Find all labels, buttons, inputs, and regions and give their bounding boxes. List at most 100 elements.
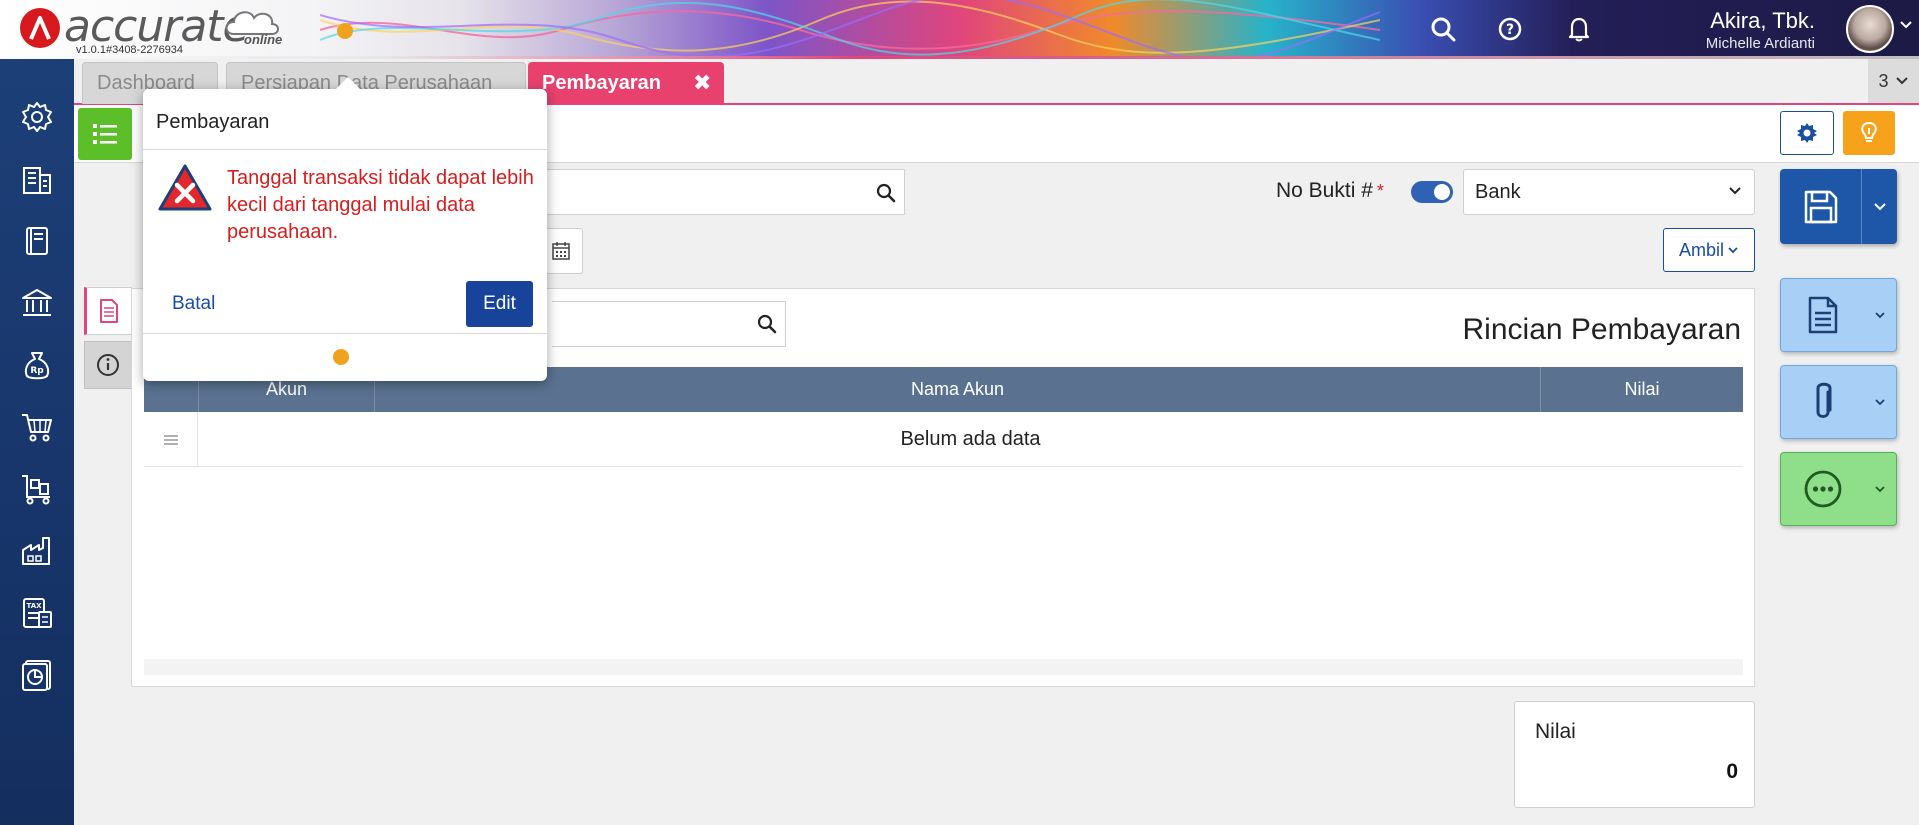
popover-divider [143, 333, 547, 334]
save-options-dropdown[interactable] [1862, 169, 1897, 244]
avatar[interactable] [1846, 5, 1894, 53]
calendar-icon [552, 242, 570, 260]
list-icon [93, 124, 117, 144]
paperclip-icon [1816, 382, 1832, 418]
total-summary: Nilai 0 [1514, 701, 1755, 808]
tour-hotspot-dot[interactable] [333, 349, 349, 365]
document-actions-button[interactable] [1780, 278, 1897, 352]
cart-icon [22, 414, 52, 442]
chevron-down-icon [1895, 77, 1908, 85]
tax-icon: TAX [23, 598, 52, 628]
tab-pembayaran[interactable]: Pembayaran ✖ [528, 62, 724, 104]
chevron-down-icon[interactable] [1899, 20, 1913, 30]
toggle-knob [1434, 184, 1450, 200]
sidebar-item-ledger[interactable] [15, 219, 59, 263]
popover-message: Tanggal transaksi tidak dapat lebih keci… [227, 167, 534, 243]
list-view-button[interactable] [78, 108, 132, 160]
summary-label: Nilai [1535, 720, 1576, 743]
popover-divider [143, 149, 547, 150]
version-label: v1.0.1#3408-2276934 [76, 44, 184, 56]
table-row: Belum ada data [144, 412, 1743, 467]
table-body [144, 467, 1743, 659]
save-button[interactable] [1780, 169, 1897, 244]
money-bag-icon: Rp [24, 352, 50, 380]
more-actions-button[interactable] [1780, 452, 1897, 526]
column-header-nilai[interactable]: Nilai [1540, 367, 1743, 412]
sidebar-item-purchase[interactable] [15, 467, 59, 511]
ambil-button[interactable]: Ambil [1663, 228, 1755, 272]
edit-button[interactable]: Edit [466, 281, 533, 327]
tab-count-value: 3 [1878, 70, 1889, 91]
svg-text:TAX: TAX [26, 602, 42, 610]
detail-title: Rincian Pembayaran [1462, 313, 1741, 346]
chevron-down-icon [1873, 202, 1886, 210]
svg-text:?: ? [1506, 22, 1514, 38]
company-name[interactable]: Akira, Tbk. [1710, 8, 1815, 34]
help-icon[interactable]: ? [1495, 14, 1525, 44]
book-icon [26, 227, 48, 255]
popover-title: Pembayaran [156, 111, 270, 133]
app-sub-label: online [244, 32, 283, 47]
search-icon[interactable] [757, 314, 777, 334]
search-icon[interactable] [876, 183, 896, 203]
attachment-icon-wrap [1781, 380, 1865, 424]
factory-icon [22, 537, 50, 565]
auto-number-toggle[interactable] [1411, 181, 1453, 203]
sidebar-item-tax[interactable]: TAX [15, 591, 59, 635]
cancel-button[interactable]: Batal [172, 293, 215, 315]
lightbulb-icon [1861, 121, 1877, 142]
chevron-down-icon [1875, 486, 1885, 493]
sidebar-item-inventory[interactable] [15, 529, 59, 573]
bank-select[interactable]: Bank [1463, 169, 1755, 215]
vendor-search-input[interactable] [540, 169, 905, 215]
building-icon [23, 167, 51, 194]
sidebar-item-cash[interactable]: Rp [15, 343, 59, 387]
document-icon [1808, 296, 1838, 334]
close-icon[interactable]: ✖ [693, 70, 711, 96]
top-header: accurate online v1.0.1#3408-2276934 ? Ak… [0, 0, 1919, 59]
popover-arrow [335, 77, 361, 90]
bank-select-value: Bank [1475, 181, 1521, 203]
sidebar-item-settings[interactable] [15, 95, 59, 139]
floppy-disk-icon [1804, 190, 1837, 223]
more-actions-dropdown[interactable] [1865, 485, 1896, 493]
attachment-button[interactable] [1780, 365, 1897, 439]
drag-handle-icon [163, 434, 178, 445]
user-name[interactable]: Michelle Ardianti [1706, 35, 1815, 52]
document-icon-wrap [1781, 295, 1865, 335]
attachment-dropdown[interactable] [1865, 398, 1896, 406]
empty-table-message: Belum ada data [900, 428, 1041, 450]
sidebar-item-reports[interactable] [15, 653, 59, 697]
info-icon [97, 354, 119, 376]
bell-icon[interactable] [1564, 14, 1594, 44]
error-triangle-icon [158, 164, 212, 211]
gear-icon [1797, 123, 1817, 143]
row-drag-handle[interactable] [144, 412, 198, 467]
tour-hotspot-dot[interactable] [337, 23, 353, 39]
detail-search-input[interactable] [552, 301, 786, 347]
search-icon[interactable] [1428, 14, 1458, 44]
required-mark: * [1376, 181, 1384, 201]
tab-detail-document[interactable] [84, 287, 132, 335]
chevron-down-icon [1875, 312, 1885, 319]
table-footer [144, 659, 1743, 675]
column-header-nama-akun[interactable]: Nama Akun [374, 367, 1540, 412]
document-icon [100, 299, 118, 323]
report-icon [22, 660, 51, 691]
save-main[interactable] [1780, 169, 1862, 244]
chevron-down-icon [1728, 247, 1738, 254]
no-bukti-text: No Bukti # [1276, 179, 1373, 202]
tips-button[interactable] [1843, 111, 1895, 155]
header-wave-decoration [320, 0, 1380, 59]
open-tabs-counter[interactable]: 3 [1868, 59, 1919, 103]
settings-button[interactable] [1780, 111, 1834, 155]
document-actions-dropdown[interactable] [1865, 311, 1896, 319]
sidebar-item-sales[interactable] [15, 405, 59, 449]
chevron-down-icon [1729, 187, 1741, 195]
gear-icon [22, 102, 52, 132]
summary-value: 0 [1726, 760, 1738, 783]
tab-info[interactable] [84, 341, 132, 389]
sidebar-item-bank[interactable] [15, 281, 59, 325]
sidebar-item-company[interactable] [15, 157, 59, 201]
more-icon-wrap [1781, 469, 1865, 509]
